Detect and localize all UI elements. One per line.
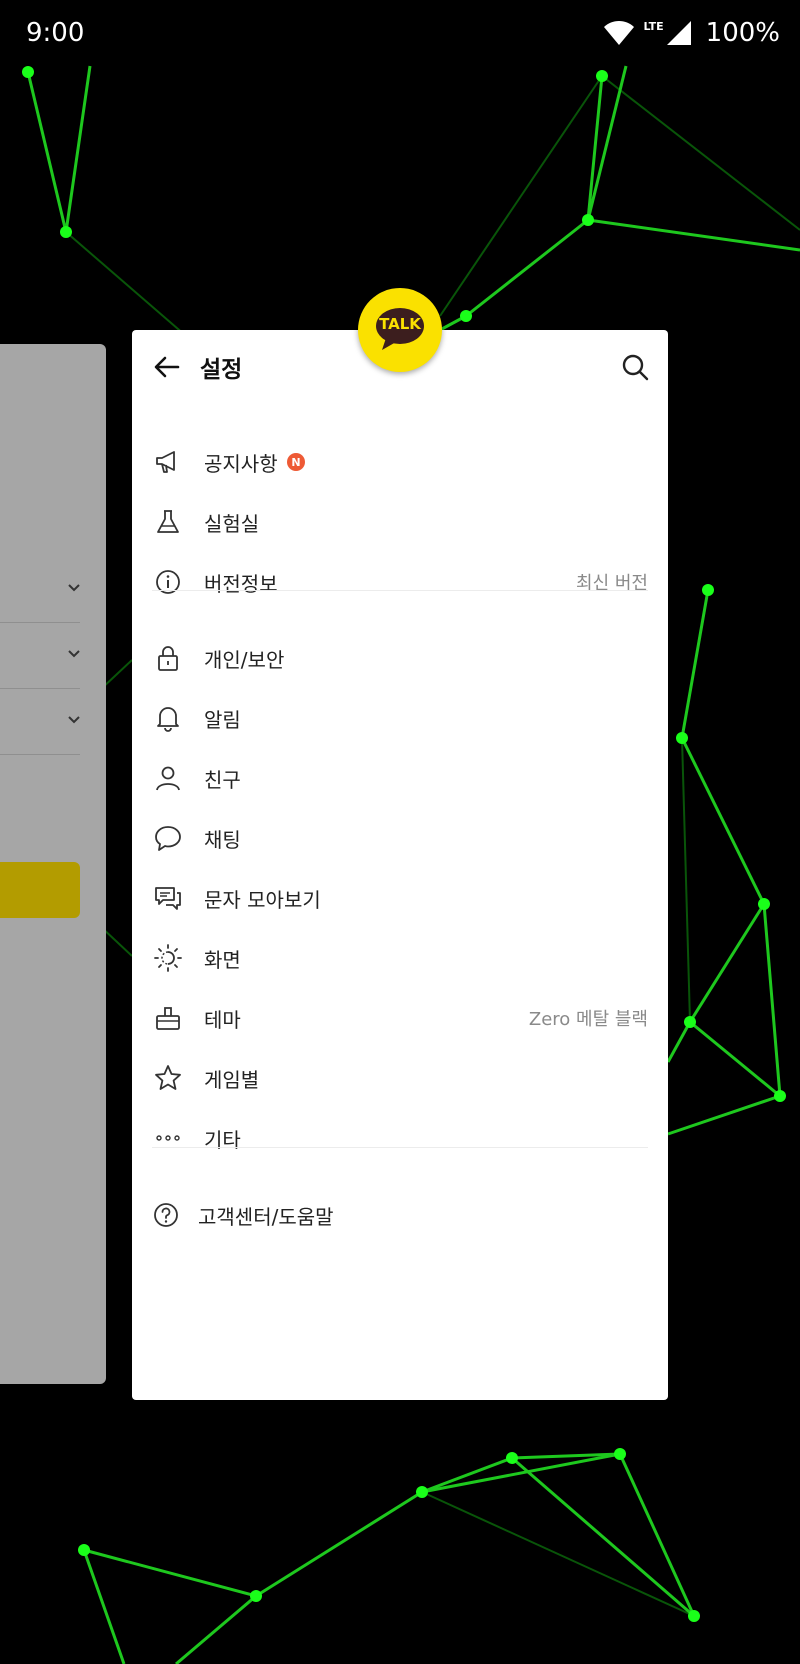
brightness-icon	[154, 944, 182, 972]
panel-divider	[0, 754, 80, 755]
settings-dialog: 설정 공지사항 N 실험실 버전정보 최신 버전 개인/보안 알림 친구 채팅 …	[132, 330, 668, 1400]
menu-item-help[interactable]: 고객센터/도움말	[132, 1185, 668, 1245]
star-icon	[154, 1064, 182, 1092]
background-panel	[0, 344, 106, 1384]
menu-label: 테마	[204, 1007, 241, 1032]
menu-item-version[interactable]: 버전정보 최신 버전	[132, 552, 668, 612]
wifi-icon	[604, 21, 635, 45]
megaphone-icon	[154, 448, 182, 476]
menu-label: 친구	[204, 767, 241, 792]
menu-sub-value: Zero 메탈 블랙	[528, 1009, 648, 1030]
menu-item-notifications[interactable]: 알림	[132, 688, 668, 748]
info-icon	[154, 568, 182, 596]
chevron-down-icon	[68, 716, 80, 724]
menu-label: 기타	[204, 1127, 241, 1152]
menu-label: 버전정보	[204, 571, 278, 596]
message-stack-icon	[154, 884, 182, 912]
menu-label: 게임별	[204, 1067, 260, 1092]
search-icon[interactable]	[620, 352, 650, 382]
cellular-signal-icon	[666, 21, 691, 45]
section-divider	[152, 590, 648, 591]
menu-label: 실험실	[204, 511, 260, 536]
talk-logo: TALK	[358, 288, 442, 372]
status-time: 9:00	[26, 18, 85, 48]
menu-label: 문자 모아보기	[204, 887, 321, 912]
help-circle-icon	[152, 1201, 180, 1229]
page-title: 설정	[200, 357, 243, 383]
menu-label: 개인/보안	[204, 647, 285, 672]
status-indicators: LTE 100%	[603, 18, 780, 48]
menu-label: 알림	[204, 707, 241, 732]
menu-item-privacy[interactable]: 개인/보안	[132, 628, 668, 688]
section-divider	[152, 1147, 648, 1148]
menu-sub-value: 최신 버전	[576, 573, 648, 594]
panel-button	[0, 862, 80, 918]
bell-icon	[154, 704, 182, 732]
menu-item-notice[interactable]: 공지사항 N	[132, 432, 668, 492]
menu-label: 고객센터/도움말	[198, 1204, 334, 1229]
chevron-down-icon	[68, 584, 80, 592]
panel-divider	[0, 688, 80, 689]
menu-item-chatting[interactable]: 채팅	[132, 808, 668, 868]
person-icon	[154, 764, 182, 792]
menu-item-lab[interactable]: 실험실	[132, 492, 668, 552]
menu-item-etc[interactable]: 기타	[132, 1108, 668, 1168]
menu-item-game[interactable]: 게임별	[132, 1048, 668, 1108]
menu-label: 공지사항	[204, 451, 278, 476]
battery-level: 100%	[705, 18, 780, 48]
network-type: LTE	[643, 20, 664, 33]
paint-brush-icon	[154, 1004, 182, 1032]
talk-logo-text: TALK	[379, 315, 421, 333]
new-badge: N	[287, 453, 305, 471]
chevron-down-icon	[68, 650, 80, 658]
status-bar: 9:00 LTE 100%	[0, 0, 800, 66]
chat-bubble-icon	[154, 824, 182, 852]
menu-label: 채팅	[204, 827, 241, 852]
lock-icon	[154, 644, 182, 672]
menu-item-friends[interactable]: 친구	[132, 748, 668, 808]
menu-label: 화면	[204, 947, 241, 972]
menu-item-display[interactable]: 화면	[132, 928, 668, 988]
menu-item-sms[interactable]: 문자 모아보기	[132, 868, 668, 928]
flask-icon	[154, 508, 182, 536]
panel-divider	[0, 622, 80, 623]
back-arrow-icon[interactable]	[152, 352, 182, 382]
menu-item-theme[interactable]: 테마 Zero 메탈 블랙	[132, 988, 668, 1048]
